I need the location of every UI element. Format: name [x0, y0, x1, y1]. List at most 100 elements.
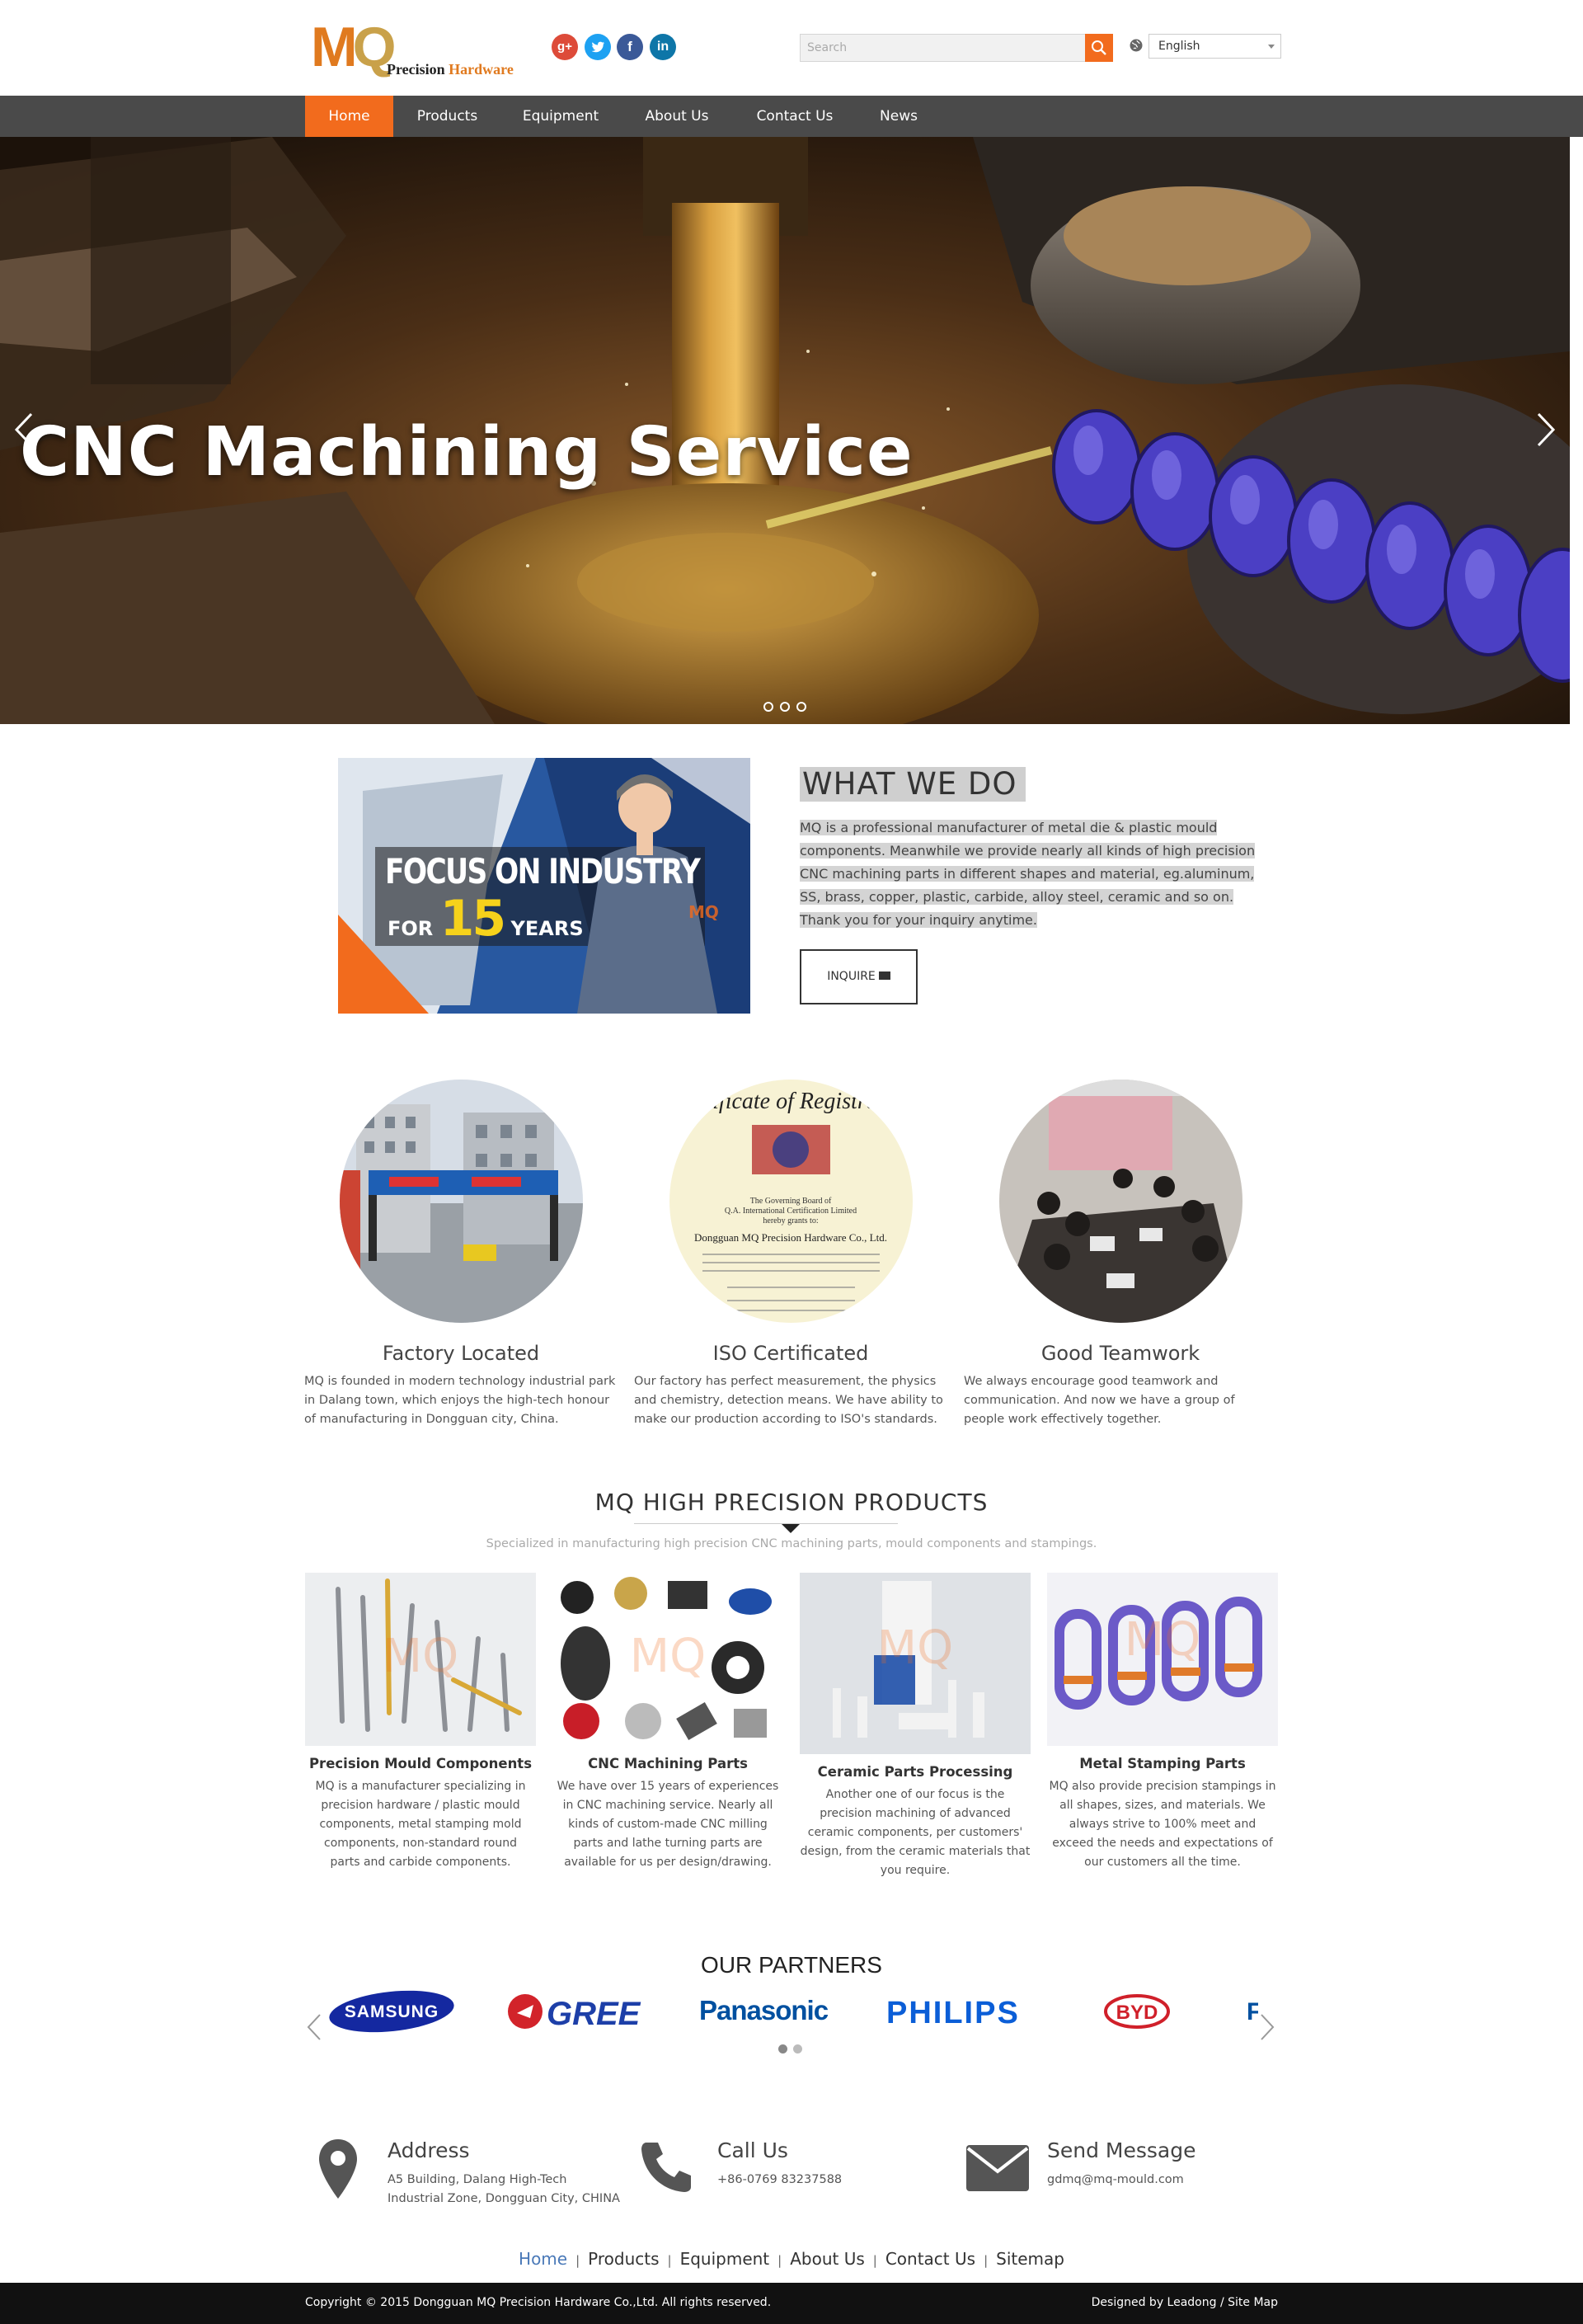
hero-prev-arrow[interactable]	[10, 409, 38, 450]
hero-dot-1[interactable]	[763, 702, 773, 712]
product-image-cnc[interactable]: MQ	[552, 1573, 783, 1746]
certificate-heading: rtificate of Registrat	[697, 1089, 885, 1114]
footer-link-sitemap[interactable]: Sitemap	[996, 2249, 1064, 2269]
iso-certificate-photo: rtificate of Registrat The Governing Boa…	[669, 1080, 913, 1323]
search-button[interactable]	[1085, 34, 1113, 62]
what-we-do-text: MQ is a professional manufacturer of met…	[800, 820, 1256, 928]
partner-logo-partial[interactable]: F	[1247, 1988, 1258, 2035]
phone-icon	[641, 2143, 691, 2192]
about-image-watermark: MQ	[688, 902, 719, 922]
product-watermark: MQ	[877, 1621, 953, 1675]
search-icon	[1092, 40, 1106, 55]
site-header: MQ Precision Hardware g+ f in English	[0, 0, 1583, 96]
about-image: FOCUS ON INDUSTRY FOR 15 YEARS MQ	[338, 758, 750, 1014]
svg-text:GREE: GREE	[547, 1996, 641, 2032]
product-title-stamping[interactable]: Metal Stamping Parts	[1047, 1756, 1278, 1771]
hero-dot-2[interactable]	[780, 702, 790, 712]
logo-tagline: Precision Hardware	[387, 61, 514, 78]
nav-item-home[interactable]: Home	[305, 96, 393, 137]
svg-text:PHILIPS: PHILIPS	[886, 1996, 1018, 2030]
svg-text:SAMSUNG: SAMSUNG	[345, 2002, 439, 2021]
products-divider-marker	[782, 1524, 800, 1533]
partner-logo-samsung[interactable]: SAMSUNG	[328, 1988, 456, 2035]
feature-title-factory: Factory Located	[382, 1342, 540, 1365]
envelope-icon	[966, 2145, 1029, 2191]
main-nav: Home Products Equipment About Us Contact…	[0, 96, 1583, 137]
certificate-board-2: Q.A. International Certification Limited	[725, 1207, 857, 1216]
footer-separator: |	[777, 2253, 782, 2268]
product-title-cnc[interactable]: CNC Machining Parts	[552, 1756, 783, 1771]
facebook-icon[interactable]: f	[617, 34, 643, 60]
inquire-button[interactable]: INQUIRE	[800, 949, 918, 1004]
feature-title-teamwork: Good Teamwork	[1040, 1342, 1200, 1365]
nav-item-news[interactable]: News	[866, 96, 932, 137]
partner-logo-panasonic[interactable]: Panasonic	[699, 1988, 848, 2035]
address-title: Address	[388, 2138, 470, 2162]
svg-text:Panasonic: Panasonic	[699, 1995, 829, 2025]
partner-logo-gree[interactable]: GREE	[505, 1988, 662, 2035]
about-image-years: FOR 15 YEARS	[388, 890, 584, 948]
product-watermark: MQ	[630, 1630, 706, 1683]
product-desc-stamping: MQ also provide precision stampings in al…	[1049, 1780, 1276, 1869]
footer-separator: |	[984, 2253, 989, 2268]
globe-icon	[1130, 39, 1143, 52]
hero-dot-3[interactable]	[796, 702, 806, 712]
google-plus-icon[interactable]: g+	[552, 34, 578, 60]
products-subheading: Specialized in manufacturing high precis…	[486, 1537, 1097, 1550]
bottom-bar: Copyright © 2015 Dongguan MQ Precision H…	[0, 2283, 1583, 2324]
partners-dot-2[interactable]	[793, 2044, 802, 2053]
feature-title-iso: ISO Certificated	[712, 1342, 869, 1365]
partners-dot-1[interactable]	[778, 2044, 787, 2053]
location-pin-icon	[319, 2139, 357, 2199]
nav-item-equipment[interactable]: Equipment	[511, 96, 610, 137]
product-watermark: MQ	[383, 1630, 458, 1683]
product-title-mould[interactable]: Precision Mould Components	[305, 1756, 536, 1771]
product-desc-ceramic: Another one of our focus is the precision…	[800, 1788, 1031, 1877]
language-select[interactable]: English	[1148, 34, 1281, 59]
logo-mark: MQ	[311, 16, 397, 78]
feature-desc-iso: Our factory has perfect measurement, the…	[634, 1375, 943, 1426]
email-address[interactable]: gdmq@mq-mould.com	[1047, 2171, 1184, 2190]
nav-item-products[interactable]: Products	[403, 96, 491, 137]
copyright-text: Copyright © 2015 Dongguan MQ Precision H…	[305, 2296, 772, 2309]
footer-link-home[interactable]: Home	[519, 2249, 567, 2269]
feature-desc-teamwork: We always encourage good teamwork and co…	[964, 1375, 1235, 1426]
footer-link-about-us[interactable]: About Us	[790, 2249, 865, 2269]
footer-link-contact-us[interactable]: Contact Us	[885, 2249, 975, 2269]
svg-text:BYD: BYD	[1116, 2002, 1158, 2024]
hero-pagination	[760, 702, 810, 713]
footer-separator: |	[575, 2253, 580, 2268]
partners-prev-arrow[interactable]	[305, 2012, 323, 2042]
feature-desc-factory: MQ is founded in modern technology indus…	[304, 1375, 616, 1426]
product-image-mould[interactable]: MQ	[305, 1573, 536, 1746]
partner-logo-byd[interactable]: BYD	[1102, 1988, 1172, 2035]
hero-next-arrow[interactable]	[1532, 409, 1560, 450]
product-image-ceramic[interactable]: MQ	[800, 1573, 1031, 1754]
language-value: English	[1158, 40, 1200, 53]
svg-text:F: F	[1247, 1998, 1258, 2025]
product-title-ceramic[interactable]: Ceramic Parts Processing	[800, 1764, 1031, 1780]
twitter-icon[interactable]	[585, 34, 611, 60]
partner-logo-philips[interactable]: PHILIPS	[886, 1988, 1018, 2035]
teamwork-photo	[999, 1080, 1242, 1323]
footer-link-equipment[interactable]: Equipment	[680, 2249, 770, 2269]
call-us-title: Call Us	[717, 2138, 788, 2162]
search-input[interactable]	[801, 35, 1085, 61]
product-watermark: MQ	[1125, 1613, 1200, 1667]
designed-by-link[interactable]: Designed by Leadong / Site Map	[1092, 2296, 1278, 2309]
hero-title: CNC Machining Service	[20, 413, 914, 492]
search-box	[800, 34, 1086, 62]
phone-number[interactable]: +86-0769 83237588	[717, 2171, 842, 2190]
footer-link-products[interactable]: Products	[588, 2249, 659, 2269]
site-logo[interactable]: MQ Precision Hardware	[308, 18, 538, 84]
address-text: A5 Building, Dalang High-Tech Industrial…	[388, 2173, 620, 2205]
what-we-do-title: WHAT WE DO	[800, 767, 1026, 802]
linkedin-icon[interactable]: in	[650, 34, 676, 60]
footer-separator: |	[872, 2253, 877, 2268]
product-image-stamping[interactable]: MQ	[1047, 1573, 1278, 1746]
hero-slider: CNC Machining Service	[0, 137, 1570, 724]
partners-next-arrow[interactable]	[1258, 2012, 1276, 2042]
nav-item-about-us[interactable]: About Us	[631, 96, 723, 137]
nav-item-contact-us[interactable]: Contact Us	[745, 96, 845, 137]
products-heading: MQ HIGH PRECISION PRODUCTS	[594, 1489, 989, 1516]
